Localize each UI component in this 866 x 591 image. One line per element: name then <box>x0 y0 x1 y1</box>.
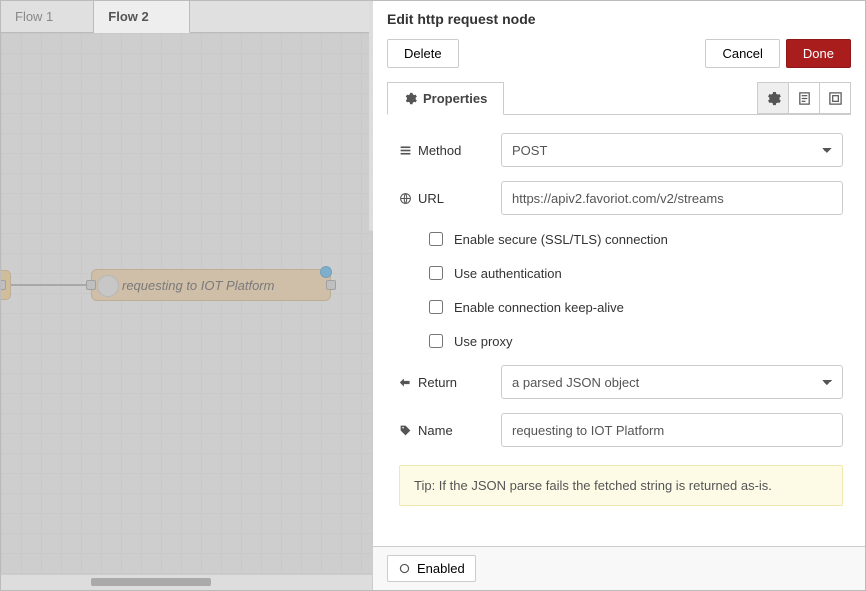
return-select[interactable]: a parsed JSON object <box>501 365 843 399</box>
wire <box>11 284 91 286</box>
tag-icon <box>399 424 412 437</box>
canvas-overlay <box>1 33 372 574</box>
return-arrow-icon <box>399 376 412 389</box>
tab-docs-icon[interactable] <box>788 82 820 114</box>
url-input[interactable] <box>501 181 843 215</box>
http-request-node[interactable]: requesting to IOT Platform <box>91 269 331 301</box>
proxy-label: Use proxy <box>454 334 513 349</box>
gear-icon <box>404 92 417 105</box>
proxy-checkbox[interactable] <box>429 334 443 348</box>
cancel-button[interactable]: Cancel <box>705 39 779 68</box>
tab-settings-icon[interactable] <box>757 82 789 114</box>
workspace-tabs: Flow 1 Flow 2 <box>1 1 372 33</box>
horizontal-scrollbar[interactable] <box>1 574 372 590</box>
done-button[interactable]: Done <box>786 39 851 68</box>
delete-button[interactable]: Delete <box>387 39 459 68</box>
enabled-toggle[interactable]: Enabled <box>387 555 476 582</box>
keepalive-checkbox[interactable] <box>429 300 443 314</box>
panel-title: Edit http request node <box>373 1 865 39</box>
circle-icon <box>398 562 411 575</box>
ssl-checkbox-row[interactable]: Enable secure (SSL/TLS) connection <box>399 229 843 249</box>
auth-label: Use authentication <box>454 266 562 281</box>
keepalive-label: Enable connection keep-alive <box>454 300 624 315</box>
return-label: Return <box>418 375 457 390</box>
url-label: URL <box>418 191 444 206</box>
globe-icon <box>399 192 412 205</box>
tab-properties[interactable]: Properties <box>387 82 504 115</box>
name-input[interactable] <box>501 413 843 447</box>
ssl-checkbox[interactable] <box>429 232 443 246</box>
tab-flow-2[interactable]: Flow 2 <box>94 1 189 33</box>
tip-box: Tip: If the JSON parse fails the fetched… <box>399 465 843 506</box>
tab-flow-1[interactable]: Flow 1 <box>1 1 94 32</box>
node-port-in[interactable] <box>86 280 96 290</box>
proxy-checkbox-row[interactable]: Use proxy <box>399 331 843 351</box>
node-label: requesting to IOT Platform <box>122 278 274 293</box>
keepalive-checkbox-row[interactable]: Enable connection keep-alive <box>399 297 843 317</box>
method-label: Method <box>418 143 461 158</box>
properties-tab-label: Properties <box>423 91 487 106</box>
changed-indicator-icon <box>320 266 332 278</box>
prev-node[interactable] <box>1 270 11 300</box>
method-select[interactable]: POST <box>501 133 843 167</box>
node-port-out[interactable] <box>326 280 336 290</box>
enabled-label: Enabled <box>417 561 465 576</box>
globe-icon <box>97 275 119 297</box>
name-label: Name <box>418 423 453 438</box>
flow-canvas[interactable]: requesting to IOT Platform <box>1 33 372 574</box>
tab-appearance-icon[interactable] <box>819 82 851 114</box>
list-icon <box>399 144 412 157</box>
ssl-label: Enable secure (SSL/TLS) connection <box>454 232 668 247</box>
auth-checkbox[interactable] <box>429 266 443 280</box>
auth-checkbox-row[interactable]: Use authentication <box>399 263 843 283</box>
